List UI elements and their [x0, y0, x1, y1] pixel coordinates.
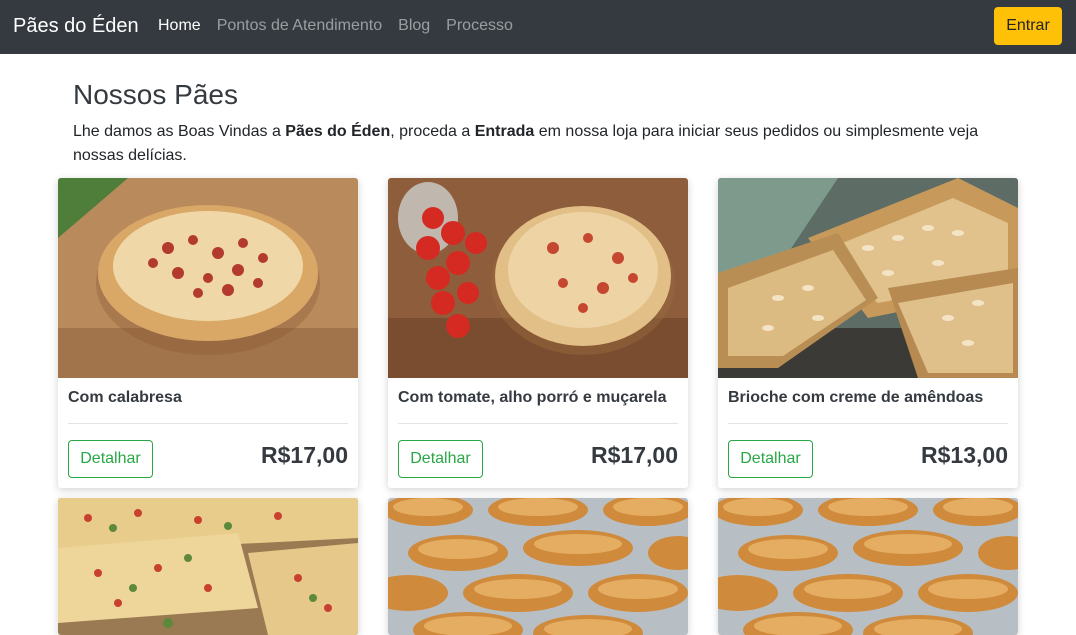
login-button[interactable]: Entrar — [994, 7, 1062, 45]
nav-link-blog[interactable]: Blog — [398, 16, 430, 36]
detail-button[interactable]: Detalhar — [68, 440, 153, 478]
detail-button[interactable]: Detalhar — [398, 440, 483, 478]
product-card: Com tomate, alho porró e muçarela Detalh… — [388, 178, 688, 488]
navbar: Pães do Éden Home Pontos de Atendimento … — [0, 0, 1076, 54]
empanadas-photo — [718, 498, 1018, 635]
intro-text: Lhe damos as Boas Vindas a Pães do Éden,… — [73, 120, 1013, 168]
intro-brand: Pães do Éden — [285, 123, 391, 140]
detail-button[interactable]: Detalhar — [728, 440, 813, 478]
focaccia-photo — [58, 498, 358, 635]
card-divider — [68, 423, 348, 424]
product-price: R$17,00 — [261, 442, 348, 468]
nav-link-pontos[interactable]: Pontos de Atendimento — [217, 16, 382, 36]
empanadas-photo — [388, 498, 688, 635]
card-divider — [398, 423, 678, 424]
nav-link-processo[interactable]: Processo — [446, 16, 513, 36]
card-divider — [728, 423, 1008, 424]
brand-logo[interactable]: Pães do Éden — [13, 13, 139, 39]
nav-link-home[interactable]: Home — [158, 16, 201, 36]
product-price: R$17,00 — [591, 442, 678, 468]
intro-entry: Entrada — [474, 123, 535, 140]
product-name: Com calabresa — [68, 389, 182, 406]
product-price: R$13,00 — [921, 442, 1008, 468]
page-title: Nossos Pães — [73, 79, 238, 110]
product-name: Brioche com creme de amêndoas — [728, 389, 984, 406]
calabresa-bread-photo — [58, 178, 358, 378]
intro-part2: , proceda a — [390, 123, 475, 140]
product-name: Com tomate, alho porró e muçarela — [398, 389, 667, 406]
product-card — [718, 498, 1018, 635]
tomato-bread-photo — [388, 178, 688, 378]
almond-brioche-photo — [718, 178, 1018, 378]
nav-links: Home Pontos de Atendimento Blog Processo — [158, 16, 529, 36]
product-card: Com calabresa Detalhar R$17,00 — [58, 178, 358, 488]
product-card — [388, 498, 688, 635]
product-card — [58, 498, 358, 635]
product-card: Brioche com creme de amêndoas Detalhar R… — [718, 178, 1018, 488]
intro-part1: Lhe damos as Boas Vindas a — [73, 123, 286, 140]
